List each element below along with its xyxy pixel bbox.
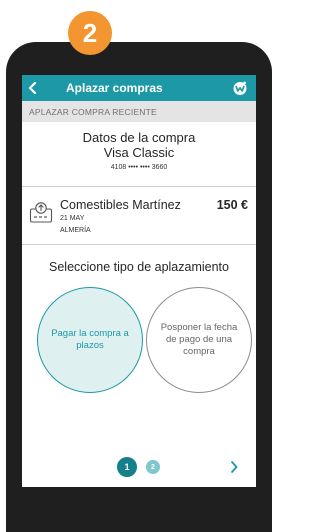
step-badge: 2 xyxy=(68,11,112,55)
transaction-row[interactable]: Comestibles Martínez 21 MAY ALMERÍA 150 … xyxy=(22,187,256,245)
deferral-type-title: Seleccione tipo de aplazamiento xyxy=(49,260,229,274)
transaction-city: ALMERÍA xyxy=(60,227,91,234)
chevron-left-icon xyxy=(28,81,37,95)
transaction-date: 21 MAY xyxy=(60,215,85,222)
wizink-logo-icon[interactable] xyxy=(232,80,248,96)
option-postpone-payment-button[interactable]: Posponer la fecha de pago de una compra xyxy=(146,287,252,393)
option-pay-installments-label: Pagar la compra a plazos xyxy=(51,328,129,351)
card-name: Visa Classic xyxy=(103,145,175,160)
purchase-data: Datos de la compra Visa Classic 4108 •••… xyxy=(22,122,256,187)
stage: 2 Aplazar compras APLAZAR COMPRA RECIENT… xyxy=(0,0,278,532)
option-postpone-payment-label: Posponer la fecha de pago de una compra xyxy=(160,322,238,357)
chevron-right-icon[interactable] xyxy=(227,459,241,475)
option-pay-installments-button[interactable]: Pagar la compra a plazos xyxy=(37,287,143,393)
merchant-name: Comestibles Martínez xyxy=(60,198,181,212)
page-title: Aplazar compras xyxy=(66,81,163,95)
transaction-amount: 150 € xyxy=(216,198,248,212)
pager: 1 2 xyxy=(22,457,256,477)
deferral-options: Pagar la compra a plazos Posponer la fec… xyxy=(22,274,256,393)
section-header: APLAZAR COMPRA RECIENTE xyxy=(22,101,256,122)
receipt-upload-icon xyxy=(29,202,53,223)
page-dot-2[interactable]: 2 xyxy=(146,460,160,474)
app-header: Aplazar compras xyxy=(22,75,256,101)
purchase-data-title: Datos de la compra xyxy=(82,130,196,145)
page-dot-1[interactable]: 1 xyxy=(117,457,137,477)
phone-screen: Aplazar compras APLAZAR COMPRA RECIENTE … xyxy=(22,75,256,487)
section-header-label: APLAZAR COMPRA RECIENTE xyxy=(29,106,157,117)
back-button[interactable] xyxy=(22,75,44,101)
card-number: 4108 •••• •••• 3660 xyxy=(110,164,168,171)
